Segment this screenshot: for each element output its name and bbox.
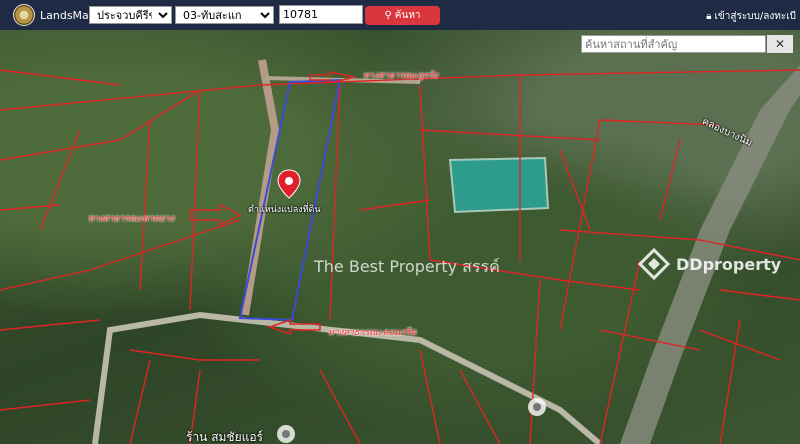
road-left-label: ทางสาธารณะพาดยาง: [88, 214, 175, 224]
shop-pin-icon[interactable]: [277, 425, 295, 443]
lock-icon: 🔒︎: [706, 11, 712, 22]
close-icon: ✕: [774, 37, 786, 51]
satellite-map[interactable]: ทางสาธารณะลูกรัง ทางสาธารณะพาดยาง ทางสาธ…: [0, 30, 800, 444]
login-link[interactable]: 🔒︎ เข้าสู่ระบบ/ลงทะเบี: [706, 9, 796, 24]
ddproperty-logo: DDproperty: [638, 248, 781, 280]
ddproperty-logo-icon: [638, 248, 670, 280]
shop-label: ร้าน สมชัยแอร์: [186, 430, 263, 444]
map-overlay: [0, 59, 800, 444]
login-label: เข้าสู่ระบบ/ลงทะเบี: [714, 11, 796, 22]
district-select[interactable]: 03-ทับสะแก: [175, 6, 274, 24]
place-pin-icon[interactable]: [528, 398, 546, 416]
parcel-number-input[interactable]: [279, 5, 363, 24]
pond: [448, 156, 550, 214]
selected-parcel: [238, 78, 342, 322]
search-button[interactable]: ⚲ ค้นหา: [365, 6, 440, 25]
landsmaps-logo: [13, 4, 35, 26]
province-select[interactable]: ประจวบคีรีขันธ์: [89, 6, 172, 24]
search-button-label: ค้นหา: [394, 10, 421, 21]
place-search-input[interactable]: [581, 35, 766, 53]
search-icon: ⚲: [384, 10, 392, 21]
parcel-location-label: ตำแหน่งแปลงที่ดิน: [248, 205, 321, 215]
clear-search-button[interactable]: ✕: [767, 35, 793, 53]
road-top-label: ทางสาธารณะลูกรัง: [363, 71, 438, 81]
top-toolbar: LandsMaps ประจวบคีรีขันธ์ 03-ทับสะแก ⚲ ค…: [0, 0, 800, 30]
ddproperty-logo-text: DDproperty: [676, 254, 782, 274]
watermark-text: The Best Property สรรค์: [314, 257, 500, 276]
road-bottom-label: ทางสาธารณะคอนกรีต: [328, 328, 417, 338]
parcel-marker-icon[interactable]: [277, 169, 301, 199]
